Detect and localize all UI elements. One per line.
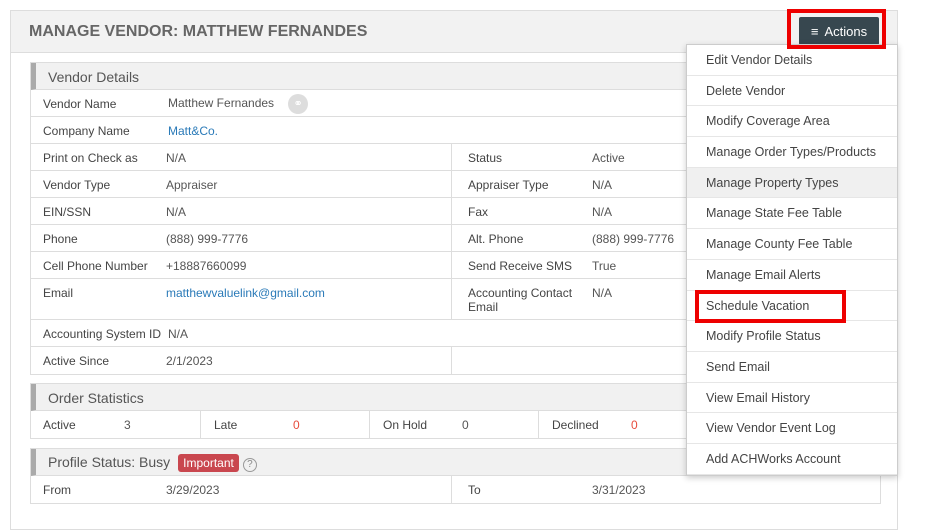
important-badge: Important: [178, 454, 239, 472]
label: To: [468, 483, 481, 497]
menu-item-modify-coverage-area[interactable]: Modify Coverage Area: [687, 106, 897, 138]
value: N/A: [166, 151, 187, 165]
menu-icon: ≡: [810, 23, 819, 39]
value: 3/31/2023: [592, 483, 646, 497]
actions-button[interactable]: ≡ Actions: [799, 17, 879, 45]
label: Declined: [552, 418, 599, 432]
value: N/A: [168, 327, 189, 341]
label: Late: [214, 418, 238, 432]
help-icon[interactable]: ?: [242, 458, 257, 472]
company-link[interactable]: Matt&Co.: [168, 124, 218, 138]
vendor-name: Matthew Fernandes ⚭: [168, 94, 309, 114]
menu-item-manage-order-types-products[interactable]: Manage Order Types/Products: [687, 137, 897, 168]
value: N/A: [592, 286, 613, 300]
label: Status: [468, 151, 503, 165]
value: 3/29/2023: [166, 483, 220, 497]
menu-item-manage-county-fee-table[interactable]: Manage County Fee Table: [687, 229, 897, 260]
menu-item-view-vendor-event-log[interactable]: View Vendor Event Log: [687, 413, 897, 444]
value: True: [592, 259, 617, 273]
menu-item-add-achworks-account[interactable]: Add ACHWorks Account: [687, 444, 897, 475]
menu-item-manage-state-fee-table[interactable]: Manage State Fee Table: [687, 198, 897, 230]
email-link[interactable]: matthewvaluelink@gmail.com: [166, 286, 325, 300]
value: +18887660099: [166, 259, 247, 273]
menu-item-schedule-vacation[interactable]: Schedule Vacation: [687, 291, 897, 322]
value: 0: [631, 418, 638, 432]
label: Appraiser Type: [468, 178, 549, 192]
menu-item-send-email[interactable]: Send Email: [687, 352, 897, 383]
value: (888) 999-7776: [166, 232, 249, 246]
menu-item-delete-vendor[interactable]: Delete Vendor: [687, 76, 897, 107]
value: 0: [462, 418, 469, 432]
value: N/A: [592, 205, 613, 219]
label: EIN/SSN: [43, 205, 92, 219]
label: Print on Check as: [43, 151, 138, 165]
label: Vendor Type: [43, 178, 111, 192]
label: Active: [43, 418, 76, 432]
menu-item-modify-profile-status[interactable]: Modify Profile Status: [687, 321, 897, 352]
value: 2/1/2023: [166, 354, 213, 368]
value: Matthew Fernandes: [168, 96, 275, 111]
menu-item-view-email-history[interactable]: View Email History: [687, 383, 897, 414]
label: Phone: [43, 232, 78, 246]
value: N/A: [166, 205, 187, 219]
label: On Hold: [383, 418, 428, 432]
value: 3: [124, 418, 131, 432]
value: N/A: [592, 178, 613, 192]
value: 0: [293, 418, 300, 432]
label: Company Name: [43, 124, 130, 138]
menu-item-manage-property-types[interactable]: Manage Property Types: [687, 167, 897, 199]
label: Accounting Contact Email: [468, 286, 573, 314]
link-icon[interactable]: ⚭: [288, 94, 309, 114]
actions-dropdown-menu: Edit Vendor Details Delete Vendor Modify C…: [686, 44, 898, 476]
label: Send Receive SMS: [468, 259, 573, 273]
label: Alt. Phone: [468, 232, 524, 246]
menu-item-manage-email-alerts[interactable]: Manage Email Alerts: [687, 260, 897, 291]
actions-label: Actions: [824, 23, 868, 39]
label: Vendor Name: [43, 97, 117, 111]
label: Fax: [468, 205, 489, 219]
menu-item-edit-vendor-details[interactable]: Edit Vendor Details: [687, 45, 897, 76]
label: Active Since: [43, 354, 110, 368]
heading-text: Profile Status: Busy: [48, 454, 171, 470]
label: From: [43, 483, 71, 497]
value: (888) 999-7776: [592, 232, 675, 246]
value: Active: [592, 151, 625, 165]
label: Cell Phone Number: [43, 259, 148, 273]
value: Appraiser: [166, 178, 218, 192]
label: Accounting System ID: [43, 327, 162, 341]
label: Email: [43, 286, 74, 300]
